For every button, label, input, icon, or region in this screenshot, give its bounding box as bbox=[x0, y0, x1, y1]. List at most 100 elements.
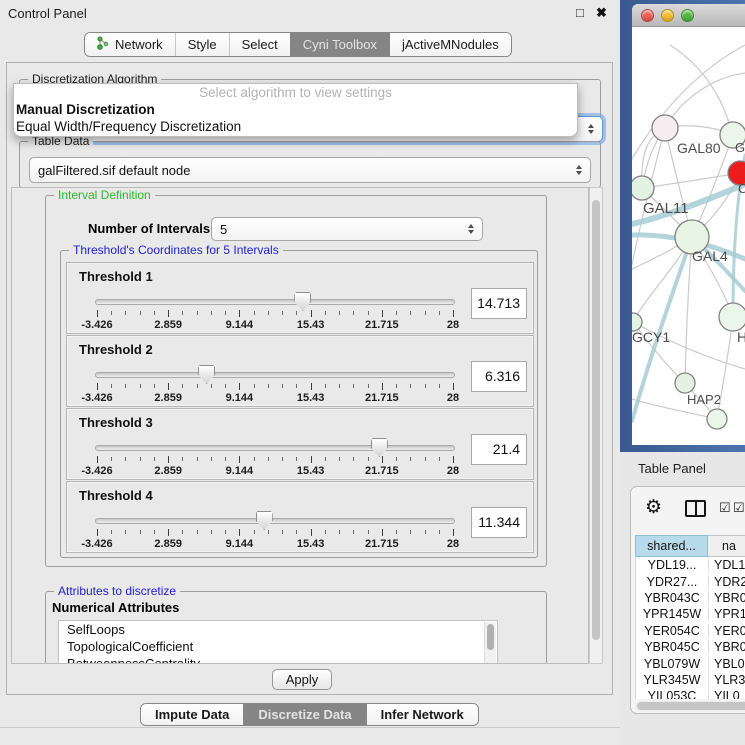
slider-track[interactable] bbox=[95, 299, 455, 305]
slider-ticks bbox=[97, 529, 453, 537]
interval-definition-title: Interval Definition bbox=[54, 188, 155, 202]
slider-ticks bbox=[97, 310, 453, 318]
column-header[interactable]: shared... bbox=[635, 535, 708, 557]
table-row[interactable]: YBR045CYBR0 bbox=[636, 639, 745, 655]
tab-impute-data[interactable]: Impute Data bbox=[141, 704, 243, 725]
tick-label: 15.43 bbox=[297, 538, 325, 550]
numerical-attributes-list[interactable]: SelfLoopsTopologicalCoefficientBetweenne… bbox=[58, 620, 498, 664]
table-row[interactable]: YIL053CYIL0 bbox=[636, 688, 745, 699]
tab-network[interactable]: Network bbox=[85, 33, 175, 56]
table-cell: YLR345W bbox=[636, 673, 709, 687]
threshold-value-field[interactable]: 11.344 bbox=[471, 507, 527, 538]
table-cell: YLR3 bbox=[709, 673, 745, 687]
slider-ticks bbox=[97, 383, 453, 391]
table-toolbar: ⚙ ☑ ☑ bbox=[631, 487, 745, 531]
slider-thumb[interactable] bbox=[371, 438, 388, 457]
table-cell: YER054C bbox=[636, 624, 709, 638]
column-header[interactable]: na bbox=[708, 535, 745, 557]
tick-label: 21.715 bbox=[365, 538, 399, 550]
slider-ticks bbox=[97, 456, 453, 464]
number-of-intervals-combobox[interactable]: 5 bbox=[211, 217, 483, 241]
tab-label: jActiveMNodules bbox=[402, 37, 499, 52]
network-edge[interactable] bbox=[665, 73, 745, 128]
node-label: GCY1 bbox=[632, 329, 670, 345]
slider-track[interactable] bbox=[95, 372, 455, 378]
threshold-value-field[interactable]: 6.316 bbox=[471, 361, 527, 392]
tab-discretize-data[interactable]: Discretize Data bbox=[243, 704, 365, 725]
table-cell: YDL19... bbox=[636, 558, 709, 572]
table-header-row: shared...na bbox=[635, 535, 745, 557]
table-horizontal-scrollbar[interactable] bbox=[635, 701, 745, 711]
threshold-row: Threshold 2-3.4262.8599.14415.4321.71528… bbox=[66, 335, 534, 407]
tab-infer-network[interactable]: Infer Network bbox=[366, 704, 478, 725]
close-icon[interactable]: ✖ bbox=[596, 5, 607, 21]
tick-label: 2.859 bbox=[154, 319, 182, 331]
minimize-traffic-light[interactable] bbox=[661, 9, 674, 22]
table-row[interactable]: YPR145WYPR1 bbox=[636, 606, 745, 622]
network-canvas[interactable]: GAL80GACGAL11GAL4GCY1HHAP2 bbox=[632, 27, 745, 445]
table-cell: YPR145W bbox=[636, 607, 709, 621]
tab-label: Select bbox=[242, 37, 278, 52]
checkbox-icon[interactable]: ☑ bbox=[733, 500, 745, 516]
table-row[interactable]: YLR345WYLR3 bbox=[636, 672, 745, 688]
tab-style[interactable]: Style bbox=[175, 33, 229, 56]
tick-label: 9.144 bbox=[226, 319, 254, 331]
dropdown-item-manual-discretization[interactable]: Manual Discretization bbox=[14, 101, 577, 118]
split-columns-icon[interactable] bbox=[685, 500, 706, 517]
number-of-intervals-value: 5 bbox=[220, 222, 227, 237]
network-node[interactable] bbox=[652, 115, 678, 141]
slider-thumb[interactable] bbox=[294, 292, 311, 311]
threshold-value-field[interactable]: 14.713 bbox=[471, 288, 527, 319]
close-traffic-light[interactable] bbox=[641, 9, 654, 22]
number-of-intervals-label: Number of Intervals bbox=[88, 221, 210, 236]
network-window-frame: GAL80GACGAL11GAL4GCY1HHAP2 bbox=[632, 4, 745, 445]
checkbox-icon[interactable]: ☑ bbox=[719, 500, 731, 516]
dropdown-item-equal-width-frequency[interactable]: Equal Width/Frequency Discretization bbox=[14, 118, 577, 135]
tick-label: 2.859 bbox=[154, 465, 182, 477]
table-row[interactable]: YBR043CYBR0 bbox=[636, 590, 745, 606]
list-item[interactable]: SelfLoops bbox=[59, 621, 497, 638]
table-cell: YDR27... bbox=[636, 575, 709, 589]
slider-thumb[interactable] bbox=[198, 365, 215, 384]
list-item[interactable]: BetweennessCentrality bbox=[59, 655, 497, 664]
zoom-traffic-light[interactable] bbox=[681, 9, 694, 22]
network-window-titlebar[interactable] bbox=[632, 4, 745, 27]
network-icon bbox=[97, 36, 110, 53]
tab-label: Cyni Toolbox bbox=[303, 37, 377, 52]
list-item[interactable]: TopologicalCoefficient bbox=[59, 638, 497, 655]
network-node[interactable] bbox=[632, 176, 654, 200]
tick-label: 2.859 bbox=[154, 538, 182, 550]
threshold-value-field[interactable]: 21.4 bbox=[471, 434, 527, 465]
table-cell: YIL053C bbox=[636, 689, 709, 699]
attributes-list-scrollbar[interactable] bbox=[484, 622, 496, 664]
cyni-toolbox-panel: Discretization Algorithm Table Data galF… bbox=[6, 62, 613, 695]
panel-vertical-scrollbar[interactable] bbox=[589, 187, 603, 664]
combo-stepper-icon bbox=[588, 124, 594, 134]
gear-icon[interactable]: ⚙ bbox=[645, 496, 662, 519]
tab-select[interactable]: Select bbox=[229, 33, 290, 56]
attributes-groupbox-title: Attributes to discretize bbox=[54, 584, 180, 598]
slider-track[interactable] bbox=[95, 445, 455, 451]
network-node[interactable] bbox=[675, 373, 695, 393]
network-edge[interactable] bbox=[642, 173, 740, 188]
tab-jactivemnodules[interactable]: jActiveMNodules bbox=[389, 33, 511, 56]
table-row[interactable]: YDL19...YDL1 bbox=[636, 557, 745, 573]
slider-track[interactable] bbox=[95, 518, 455, 524]
tick-label: 9.144 bbox=[226, 392, 254, 404]
threshold-label: Threshold 2 bbox=[79, 342, 153, 357]
tick-label: 15.43 bbox=[297, 392, 325, 404]
slider-thumb[interactable] bbox=[256, 511, 273, 530]
table-row[interactable]: YER054CYER0 bbox=[636, 623, 745, 639]
apply-button[interactable]: Apply bbox=[272, 669, 332, 690]
table-data-combobox[interactable]: galFiltered.sif default node bbox=[29, 157, 591, 183]
tab-cyni-toolbox[interactable]: Cyni Toolbox bbox=[290, 33, 389, 56]
table-row[interactable]: YBL079WYBL0 bbox=[636, 655, 745, 671]
float-window-icon[interactable]: □ bbox=[576, 5, 584, 20]
threshold-label: Threshold 1 bbox=[79, 269, 153, 284]
table-row[interactable]: YDR27...YDR2 bbox=[636, 573, 745, 589]
tick-label: 2.859 bbox=[154, 392, 182, 404]
network-node[interactable] bbox=[707, 409, 727, 429]
network-node[interactable] bbox=[719, 303, 745, 331]
thresholds-groupbox: Threshold's Coordinates for 5 Intervals … bbox=[60, 250, 538, 558]
threshold-row: Threshold 1-3.4262.8599.14415.4321.71528… bbox=[66, 262, 534, 334]
